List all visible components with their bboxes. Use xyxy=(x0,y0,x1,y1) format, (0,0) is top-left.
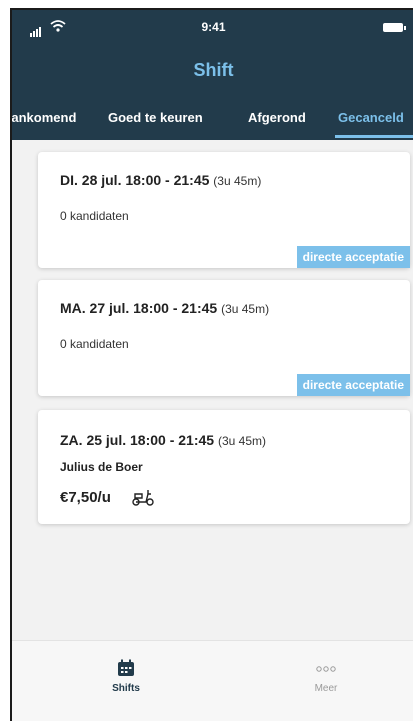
scooter-icon xyxy=(132,490,154,506)
shift-time: MA. 27 jul. 18:00 - 21:45 (3u 45m) xyxy=(60,300,269,316)
page-title: Shift xyxy=(193,60,234,80)
tab-gecanceld[interactable]: Gecanceld xyxy=(338,110,404,125)
phone-screen: 9:41 Shift Aankomend Goed te keuren Afge… xyxy=(10,8,413,721)
more-icon xyxy=(316,666,336,672)
candidate-count: 0 kandidaten xyxy=(60,337,129,351)
status-bar: 9:41 xyxy=(12,20,413,38)
nav-shifts-label: Shifts xyxy=(112,683,140,694)
shift-duration: (3u 45m) xyxy=(221,302,270,316)
nav-shifts[interactable]: Shifts xyxy=(96,659,156,694)
bottom-nav: Shifts Meer xyxy=(12,640,413,721)
tab-aankomend[interactable]: Aankomend xyxy=(12,110,76,125)
tab-bar: Aankomend Goed te keuren Afgerond Gecanc… xyxy=(12,110,413,140)
shift-duration: (3u 45m) xyxy=(213,174,262,188)
shift-time: ZA. 25 jul. 18:00 - 21:45 (3u 45m) xyxy=(60,432,266,448)
status-badge: directe acceptatie xyxy=(296,374,410,396)
battery-icon xyxy=(383,23,406,32)
shift-card[interactable]: MA. 27 jul. 18:00 - 21:45 (3u 45m) 0 kan… xyxy=(38,280,410,396)
status-badge: directe acceptatie xyxy=(296,246,410,268)
nav-meer[interactable]: Meer xyxy=(296,659,356,694)
worker-name: Julius de Boer xyxy=(60,460,143,474)
status-time: 9:41 xyxy=(201,20,226,34)
shift-card[interactable]: ZA. 25 jul. 18:00 - 21:45 (3u 45m) Juliu… xyxy=(38,410,410,524)
shift-card[interactable]: DI. 28 jul. 18:00 - 21:45 (3u 45m) 0 kan… xyxy=(38,152,410,268)
app-header: 9:41 Shift Aankomend Goed te keuren Afge… xyxy=(12,10,413,140)
active-tab-indicator xyxy=(335,135,413,138)
tab-goed-te-keuren[interactable]: Goed te keuren xyxy=(108,110,203,125)
nav-meer-label: Meer xyxy=(314,683,338,694)
calendar-icon xyxy=(118,659,134,676)
shift-time: DI. 28 jul. 18:00 - 21:45 (3u 45m) xyxy=(60,172,261,188)
shift-date: MA. 27 jul. 18:00 - 21:45 xyxy=(60,300,218,316)
tab-afgerond[interactable]: Afgerond xyxy=(248,110,306,125)
candidate-count: 0 kandidaten xyxy=(60,209,129,223)
shift-date: DI. 28 jul. 18:00 - 21:45 xyxy=(60,172,210,188)
hourly-rate: €7,50/u xyxy=(60,489,111,506)
shift-duration: (3u 45m) xyxy=(217,434,266,448)
shift-date: ZA. 25 jul. 18:00 - 21:45 xyxy=(60,432,215,448)
